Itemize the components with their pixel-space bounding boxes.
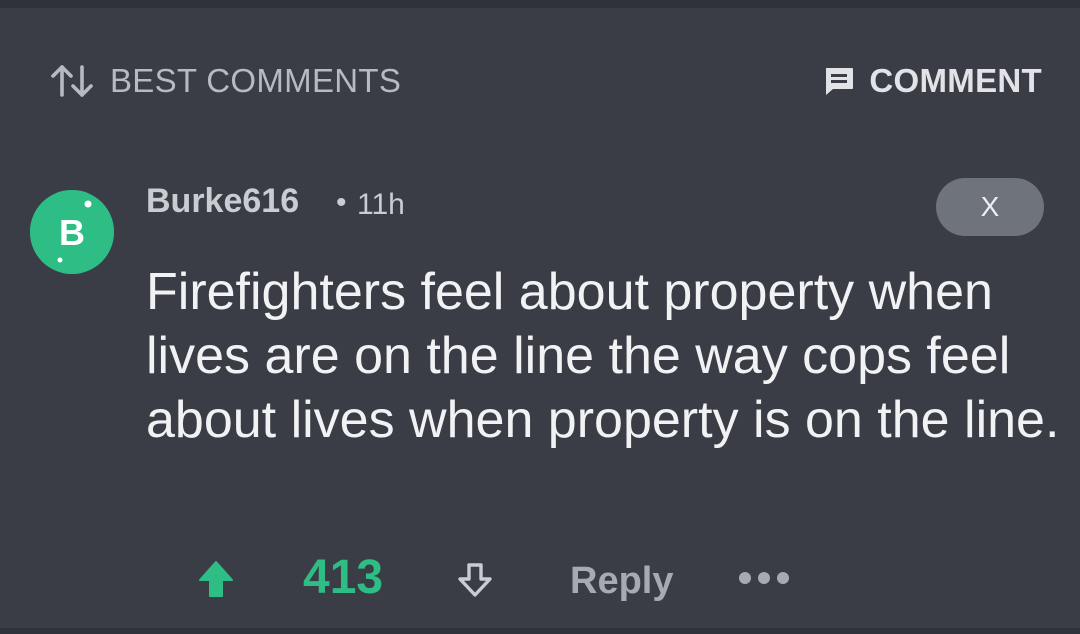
top-divider (0, 0, 1080, 8)
vote-score: 413 (303, 551, 384, 604)
comments-panel: BEST COMMENTS COMMENT B Burke616 • 11h X… (0, 0, 1080, 634)
avatar-graphic: B (30, 190, 114, 274)
more-dots-icon[interactable] (736, 566, 792, 590)
comment-label: COMMENT (869, 62, 1042, 99)
timestamp: 11h (357, 188, 405, 221)
add-comment-button[interactable]: COMMENT (823, 62, 1042, 100)
sort-label: BEST COMMENTS (110, 62, 402, 99)
close-label: X (980, 191, 1000, 222)
bottom-divider (0, 628, 1080, 634)
close-button[interactable]: X (936, 178, 1044, 236)
meta-separator: • (336, 186, 347, 219)
reply-button[interactable]: Reply (570, 560, 673, 603)
sort-arrows-icon (51, 65, 93, 97)
avatar[interactable]: B (30, 190, 114, 274)
sort-comments-button[interactable]: BEST COMMENTS (48, 62, 401, 100)
username-link[interactable]: Burke616 (146, 182, 299, 221)
comment-icon (826, 68, 854, 95)
comment-body: Firefighters feel about property when li… (146, 263, 1060, 449)
upvote-arrow-icon[interactable] (198, 560, 234, 598)
avatar-letter: B (59, 212, 85, 253)
downvote-arrow-icon[interactable] (457, 562, 493, 598)
